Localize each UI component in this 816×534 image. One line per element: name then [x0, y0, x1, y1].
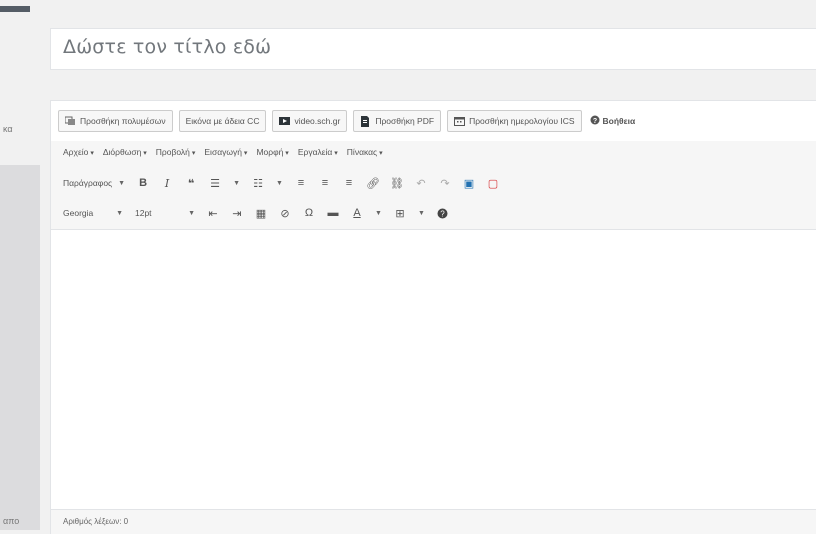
- help-circle-icon[interactable]: ?: [437, 207, 449, 219]
- chevron-down-icon: ▼: [116, 209, 123, 217]
- add-media-label: Προσθήκη πολυμέσων: [80, 116, 166, 126]
- chevron-down-icon: ▼: [188, 209, 195, 217]
- help-label: Βοήθεια: [602, 116, 636, 126]
- link-icon[interactable]: 🔗︎: [366, 177, 380, 190]
- font-size-select[interactable]: 12pt ▼: [135, 204, 195, 222]
- media-icon: [64, 116, 76, 126]
- blockquote-icon[interactable]: ❝: [185, 177, 197, 190]
- svg-text:?: ?: [592, 118, 596, 125]
- svg-text:?: ?: [441, 209, 446, 218]
- undo-icon[interactable]: ↶: [415, 177, 427, 190]
- format-select-value: Παράγραφος: [63, 178, 113, 188]
- cc-image-button[interactable]: Εικόνα με άδεια CC: [178, 110, 267, 132]
- cc-image-label: Εικόνα με άδεια CC: [185, 116, 260, 126]
- paste-text-icon[interactable]: ▦: [255, 207, 267, 220]
- add-pdf-button[interactable]: Προσθήκη PDF: [353, 110, 442, 132]
- add-pdf-label: Προσθήκη PDF: [375, 116, 435, 126]
- calendar-icon: [454, 116, 466, 126]
- title-field[interactable]: Δώστε τον τίτλο εδώ: [50, 28, 816, 70]
- add-media-button[interactable]: Προσθήκη πολυμέσων: [58, 110, 173, 132]
- menu-tools[interactable]: Εργαλεία: [298, 147, 338, 157]
- pdf-icon: [360, 116, 371, 127]
- menu-bar: Αρχείο Διόρθωση Προβολή Εισαγωγή Μορφή Ε…: [63, 147, 383, 157]
- toolbar-row-2: Georgia ▼ 12pt ▼ ⇤ ⇥ ▦ ⊘ Ω ▬ A ▼ ⊞ ▼ ?: [63, 204, 449, 222]
- chevron-down-icon[interactable]: ▼: [276, 180, 283, 187]
- chevron-down-icon[interactable]: ▼: [233, 180, 240, 187]
- redo-icon[interactable]: ↷: [439, 177, 451, 190]
- unlink-icon[interactable]: ⛓: [390, 177, 404, 190]
- red-box-icon[interactable]: ▢: [487, 177, 499, 190]
- admin-sidebar: κα απο: [0, 0, 44, 530]
- menu-edit[interactable]: Διόρθωση: [103, 147, 147, 157]
- menu-view[interactable]: Προβολή: [156, 147, 196, 157]
- video-icon: [279, 116, 291, 126]
- image-insert-icon[interactable]: ▣: [463, 177, 475, 190]
- horizontal-rule-icon[interactable]: ▬: [327, 207, 339, 219]
- add-calendar-label: Προσθήκη ημερολογίου ICS: [469, 116, 575, 126]
- special-char-icon[interactable]: Ω: [303, 207, 315, 219]
- status-bar: Αριθμός λέξεων: 0: [51, 509, 816, 534]
- help-link[interactable]: ? Βοήθεια: [590, 115, 636, 127]
- media-buttons-row: Προσθήκη πολυμέσων Εικόνα με άδεια CC vi…: [58, 108, 635, 134]
- video-sch-button[interactable]: video.sch.gr: [272, 110, 348, 132]
- menu-format[interactable]: Μορφή: [256, 147, 288, 157]
- font-family-select[interactable]: Georgia ▼: [63, 204, 123, 222]
- menu-insert[interactable]: Εισαγωγή: [204, 147, 247, 157]
- text-color-icon[interactable]: A: [351, 207, 363, 219]
- font-family-value: Georgia: [63, 208, 94, 218]
- title-placeholder: Δώστε τον τίτλο εδώ: [63, 36, 272, 58]
- sidebar-label: κα: [3, 124, 13, 134]
- editor-content-area[interactable]: [51, 230, 816, 485]
- indent-icon[interactable]: ⇥: [231, 207, 243, 220]
- sidebar-divider: [0, 6, 30, 12]
- format-select[interactable]: Παράγραφος ▼: [63, 174, 125, 192]
- chevron-down-icon[interactable]: ▼: [418, 210, 425, 217]
- help-icon: ?: [590, 115, 600, 127]
- sidebar-panel: [0, 165, 40, 530]
- clear-format-icon[interactable]: ⊘: [279, 207, 291, 220]
- align-center-icon[interactable]: ≡: [319, 177, 331, 189]
- post-editor: Προσθήκη πολυμέσων Εικόνα με άδεια CC vi…: [50, 100, 816, 534]
- word-count: Αριθμός λέξεων: 0: [63, 517, 129, 526]
- video-sch-label: video.sch.gr: [294, 116, 341, 126]
- chevron-down-icon: ▼: [118, 179, 126, 187]
- align-right-icon[interactable]: ≡: [343, 177, 355, 189]
- italic-icon[interactable]: I: [161, 177, 173, 190]
- align-left-icon[interactable]: ≡: [295, 177, 307, 189]
- editor-toolbar: Αρχείο Διόρθωση Προβολή Εισαγωγή Μορφή Ε…: [51, 141, 816, 230]
- bold-icon[interactable]: B: [137, 177, 149, 189]
- outdent-icon[interactable]: ⇤: [207, 207, 219, 220]
- add-calendar-button[interactable]: Προσθήκη ημερολογίου ICS: [447, 110, 582, 132]
- chevron-down-icon[interactable]: ▼: [375, 210, 382, 217]
- table-icon[interactable]: ⊞: [394, 207, 406, 220]
- numbered-list-icon[interactable]: ☷: [252, 177, 264, 190]
- font-size-value: 12pt: [135, 208, 152, 218]
- menu-file[interactable]: Αρχείο: [63, 147, 94, 157]
- sidebar-label-bottom: απο: [3, 516, 20, 526]
- toolbar-row-1: Παράγραφος ▼ B I ❝ ☰ ▼ ☷ ▼ ≡ ≡ ≡ 🔗︎ ⛓ ↶ …: [63, 174, 499, 192]
- menu-table[interactable]: Πίνακας: [347, 147, 383, 157]
- bullet-list-icon[interactable]: ☰: [209, 177, 221, 190]
